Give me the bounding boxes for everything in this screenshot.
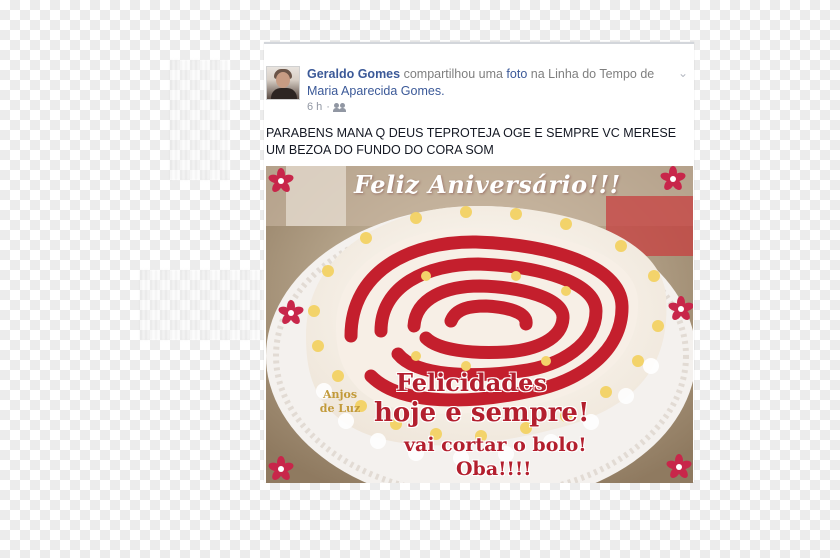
flower-decoration-bottom-right [665, 454, 693, 480]
flower-decoration-top-left [267, 168, 295, 194]
separator: · [326, 101, 330, 113]
background-ghost-left-lower [140, 270, 270, 340]
timestamp[interactable]: 6 h [307, 101, 322, 113]
avatar-body [271, 88, 297, 99]
photo-link[interactable]: foto [506, 67, 527, 81]
post-message: PARABENS MANA Q DEUS TEPROTEJA OGE E SEM… [266, 126, 677, 157]
chevron-down-icon[interactable]: ⌄ [676, 66, 690, 80]
photo-signature: Anjos de Luz [319, 388, 361, 415]
flower-decoration-top-right [659, 166, 687, 192]
facebook-post-card: Geraldo Gomes compartilhou uma foto na L… [264, 42, 694, 483]
photo-title: Feliz Aniversário!!! [354, 170, 621, 199]
avatar-face [276, 72, 290, 88]
flower-decoration-bottom-left [267, 456, 295, 482]
action-prefix: compartilhou uma [403, 67, 503, 81]
friends-icon[interactable] [332, 102, 346, 112]
post-meta: 6 h · [307, 101, 346, 113]
avatar[interactable] [266, 66, 300, 100]
flower-decoration-mid-right [667, 296, 693, 322]
photo-line-oba: Oba!!!! [456, 458, 532, 480]
target-profile-link[interactable]: Maria Aparecida Gomes. [307, 84, 445, 98]
post-photo[interactable]: Feliz Aniversário!!! Felicidades hoje e … [266, 166, 693, 483]
photo-line-cortar: vai cortar o bolo! [404, 434, 587, 456]
flower-decoration-mid-left [277, 300, 305, 326]
photo-line-hoje: hoje e sempre! [374, 398, 590, 428]
action-mid: na Linha do Tempo de [530, 67, 655, 81]
background-ghost-left [170, 60, 230, 180]
post-header: Geraldo Gomes compartilhou uma foto na L… [307, 66, 672, 100]
photo-line-felicidades: Felicidades [396, 368, 547, 397]
author-link[interactable]: Geraldo Gomes [307, 67, 400, 81]
